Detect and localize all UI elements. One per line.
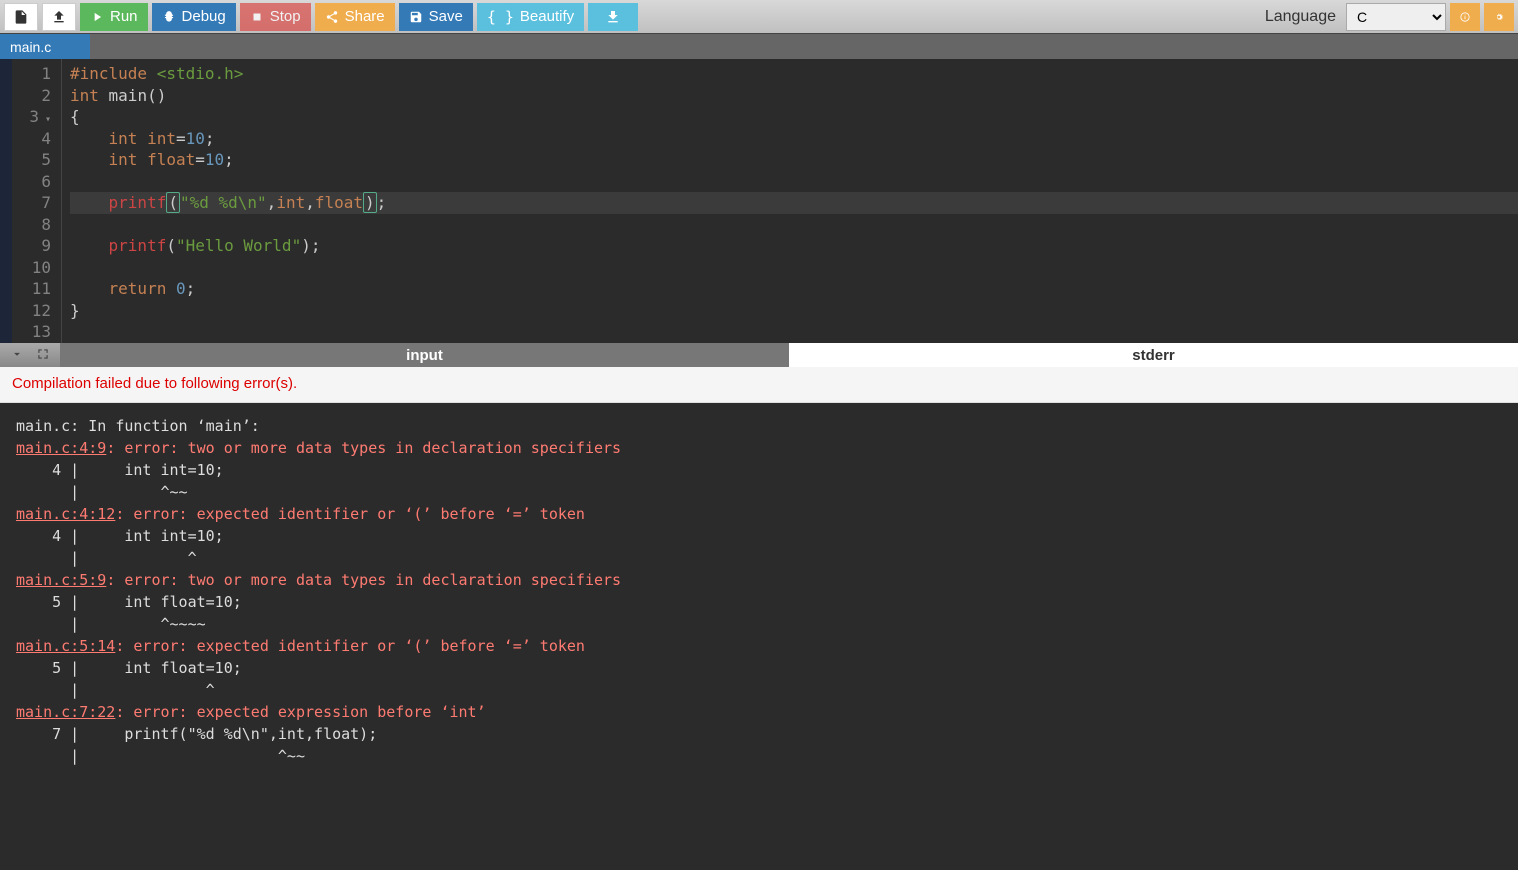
line-number: 5 [12,149,51,171]
braces-icon: { } [487,8,514,26]
collapse-icon[interactable] [10,347,24,364]
output-line: main.c:5:9: error: two or more data type… [16,569,1502,591]
line-number: 2 [12,85,51,107]
share-button[interactable]: Share [315,3,395,31]
code-line[interactable] [70,171,1518,193]
line-number: 10 [12,257,51,279]
output-line: | ^~~~~ [16,613,1502,635]
expand-icon[interactable] [36,347,50,364]
stop-label: Stop [270,8,301,25]
output-line: 4 | int int=10; [16,525,1502,547]
stop-button[interactable]: Stop [240,3,311,31]
file-tab-label: main.c [10,39,51,55]
code-line[interactable] [70,257,1518,279]
code-line[interactable]: return 0; [70,278,1518,300]
output-line: | ^ [16,547,1502,569]
gear-icon [1494,9,1504,25]
code-line[interactable] [70,321,1518,343]
output-line: | ^~~ [16,481,1502,503]
line-number: 12 [12,300,51,322]
output-line: | ^ [16,679,1502,701]
play-icon [90,10,104,24]
language-label: Language [1265,8,1336,26]
editor-left-strip [0,59,12,343]
code-line[interactable]: int int=10; [70,128,1518,150]
file-tabbar: main.c [0,33,1518,59]
info-icon [1460,9,1470,25]
output-line: main.c: In function ‘main’: [16,415,1502,437]
code-line[interactable]: printf("%d %d\n",int,float); [70,192,1518,214]
tab-input[interactable]: input [60,343,789,367]
code-editor[interactable]: 12345678910111213 #include <stdio.h>int … [0,59,1518,343]
output-line: main.c:5:14: error: expected identifier … [16,635,1502,657]
error-banner-text: Compilation failed due to following erro… [12,375,297,392]
output-line: 4 | int int=10; [16,459,1502,481]
info-button[interactable] [1450,3,1480,31]
download-icon [605,9,621,25]
settings-button[interactable] [1484,3,1514,31]
file-icon [13,9,29,25]
splitter-bar[interactable]: input stderr [0,343,1518,367]
code-line[interactable]: #include <stdio.h> [70,63,1518,85]
output-line: 5 | int float=10; [16,657,1502,679]
tab-stderr[interactable]: stderr [789,343,1518,367]
code-line[interactable]: printf("Hello World"); [70,235,1518,257]
line-number: 11 [12,278,51,300]
line-number: 13 [12,321,51,343]
line-number: 8 [12,214,51,236]
run-button[interactable]: Run [80,3,148,31]
upload-button[interactable] [42,3,76,31]
bug-icon [162,10,176,24]
stop-icon [250,10,264,24]
download-button[interactable] [588,3,638,31]
code-area[interactable]: #include <stdio.h>int main(){ int int=10… [62,59,1518,343]
file-tab-main[interactable]: main.c [0,34,90,59]
output-line: | ^~~ [16,745,1502,767]
input-tab-label: input [406,347,443,364]
line-number: 7 [12,192,51,214]
save-label: Save [429,8,463,25]
upload-icon [51,9,67,25]
line-number: 4 [12,128,51,150]
output-line: 7 | printf("%d %d\n",int,float); [16,723,1502,745]
output-panel[interactable]: main.c: In function ‘main’:main.c:4:9: e… [0,403,1518,870]
beautify-button[interactable]: { } Beautify [477,3,584,31]
code-line[interactable] [70,214,1518,236]
beautify-label: Beautify [520,8,574,25]
gutter: 12345678910111213 [12,59,62,343]
output-line: main.c:4:9: error: two or more data type… [16,437,1502,459]
debug-label: Debug [182,8,226,25]
stderr-tab-label: stderr [1132,347,1175,364]
share-label: Share [345,8,385,25]
language-select[interactable]: C [1346,3,1446,31]
line-number: 3 [12,106,51,128]
output-line: main.c:4:12: error: expected identifier … [16,503,1502,525]
output-line: main.c:7:22: error: expected expression … [16,701,1502,723]
run-label: Run [110,8,138,25]
save-button[interactable]: Save [399,3,473,31]
code-line[interactable]: { [70,106,1518,128]
line-number: 9 [12,235,51,257]
toolbar: Run Debug Stop Share Save { } Beautify L… [0,0,1518,33]
new-file-button[interactable] [4,3,38,31]
code-line[interactable]: int float=10; [70,149,1518,171]
share-icon [325,10,339,24]
line-number: 1 [12,63,51,85]
line-number: 6 [12,171,51,193]
code-line[interactable]: } [70,300,1518,322]
code-line[interactable]: int main() [70,85,1518,107]
output-line: 5 | int float=10; [16,591,1502,613]
error-banner: Compilation failed due to following erro… [0,367,1518,403]
save-icon [409,10,423,24]
debug-button[interactable]: Debug [152,3,236,31]
